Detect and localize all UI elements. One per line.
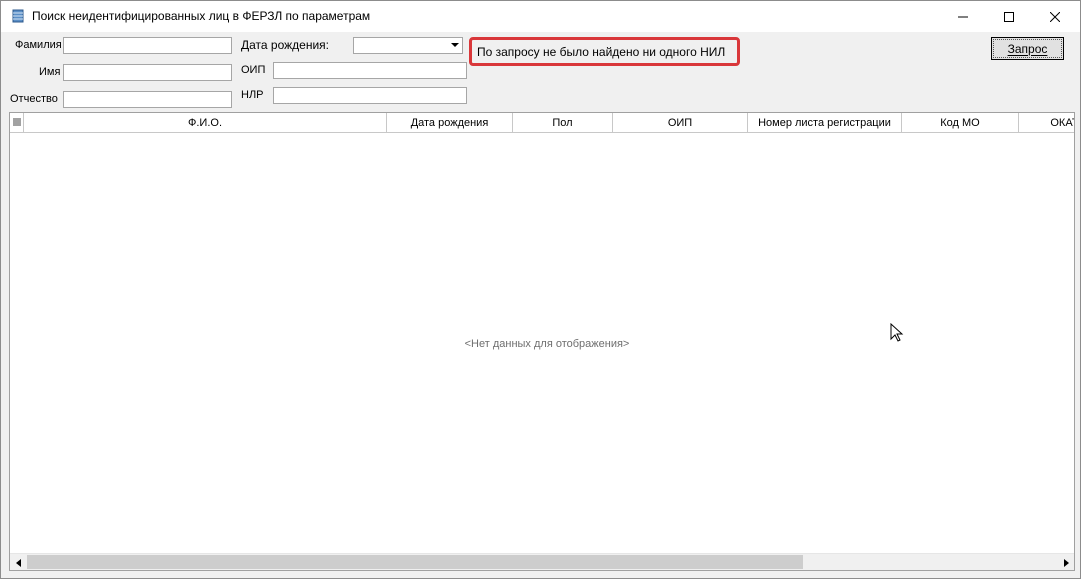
oip-label: ОИП	[241, 64, 266, 76]
grid-header: Ф.И.О. Дата рождения Пол ОИП Номер листа…	[10, 113, 1074, 133]
query-button[interactable]: Запрос	[991, 37, 1064, 60]
chevron-down-icon[interactable]	[451, 43, 459, 47]
oip-input[interactable]	[273, 62, 467, 79]
column-chooser-icon[interactable]	[10, 113, 24, 132]
patronymic-label: Отчество	[10, 93, 58, 105]
arrow-left-icon	[15, 558, 21, 567]
minimize-icon	[958, 16, 968, 17]
patronymic-input[interactable]	[63, 91, 232, 108]
column-header-fio[interactable]: Ф.И.О.	[24, 113, 387, 132]
scroll-right-button[interactable]	[1057, 554, 1074, 570]
nlr-label: НЛР	[241, 89, 264, 101]
nlr-input[interactable]	[273, 87, 467, 104]
results-grid[interactable]: Ф.И.О. Дата рождения Пол ОИП Номер листа…	[9, 112, 1075, 571]
search-window: Поиск неидентифицированных лиц в ФЕРЗЛ п…	[0, 0, 1081, 579]
column-header-okato[interactable]: ОКАТО	[1019, 113, 1074, 132]
column-header-birthdate[interactable]: Дата рождения	[387, 113, 513, 132]
close-icon	[1050, 11, 1060, 22]
column-header-mo-code[interactable]: Код МО	[902, 113, 1019, 132]
grid-empty-placeholder: <Нет данных для отображения>	[464, 338, 630, 350]
column-header-sex[interactable]: Пол	[513, 113, 613, 132]
query-button-label: Запрос	[1007, 41, 1048, 56]
surname-input[interactable]	[63, 37, 232, 54]
birthdate-dropdown[interactable]	[353, 37, 463, 54]
window-title: Поиск неидентифицированных лиц в ФЕРЗЛ п…	[32, 9, 371, 23]
result-message: По запросу не было найдено ни одного НИЛ	[477, 45, 726, 59]
surname-label: Фамилия	[15, 39, 62, 51]
maximize-icon	[1004, 11, 1014, 22]
birthdate-label: Дата рождения:	[241, 38, 329, 52]
close-button[interactable]	[1032, 1, 1078, 32]
column-header-oip[interactable]: ОИП	[613, 113, 748, 132]
search-form: Фамилия Имя Отчество Дата рождения: ОИП …	[1, 32, 1080, 112]
database-icon	[11, 9, 25, 23]
maximize-button[interactable]	[986, 1, 1032, 32]
name-input[interactable]	[63, 64, 232, 81]
horizontal-scrollbar[interactable]	[10, 553, 1074, 570]
scroll-left-button[interactable]	[10, 554, 27, 570]
name-label: Имя	[39, 66, 61, 78]
column-header-registration-sheet[interactable]: Номер листа регистрации	[748, 113, 902, 132]
scroll-thumb[interactable]	[27, 555, 803, 569]
title-bar: Поиск неидентифицированных лиц в ФЕРЗЛ п…	[1, 1, 1080, 32]
minimize-button[interactable]	[940, 1, 986, 32]
mouse-cursor-icon	[890, 323, 904, 342]
result-message-box: По запросу не было найдено ни одного НИЛ	[469, 37, 740, 66]
arrow-right-icon	[1063, 558, 1069, 567]
